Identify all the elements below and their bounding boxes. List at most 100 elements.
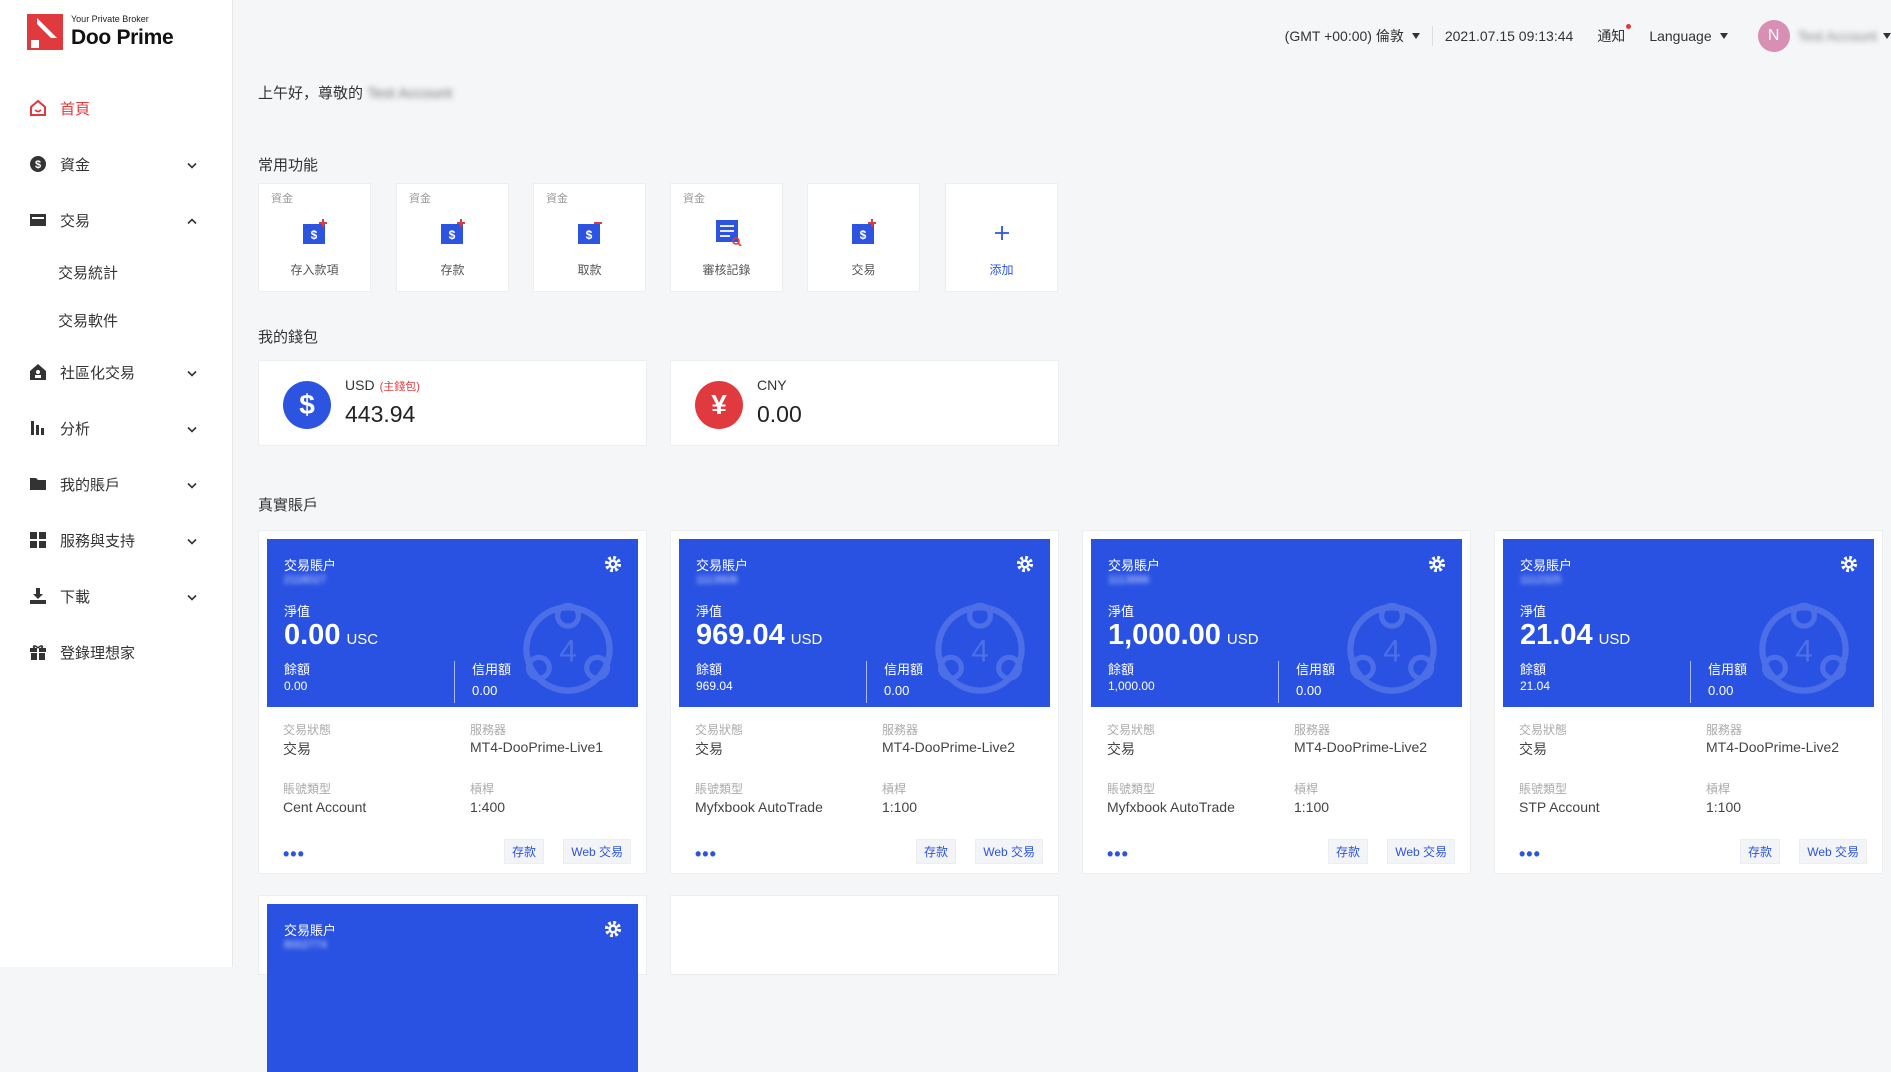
equity-label: 淨值 — [284, 604, 311, 619]
avatar[interactable]: N — [1757, 20, 1790, 52]
equity-label: 淨值 — [696, 604, 723, 619]
social-house-icon — [28, 362, 48, 382]
yuan-icon: ¥ — [695, 381, 743, 429]
language-select[interactable]: Language — [1649, 28, 1728, 44]
type-value: Myfxbook AutoTrade — [695, 799, 823, 815]
section-title-wallet: 我的錢包 — [258, 329, 319, 346]
quick-deposit[interactable]: 資金 $ 存款 — [396, 183, 509, 292]
web-trade-button[interactable]: Web 交易 — [1387, 839, 1455, 864]
main-nav: 首頁 $ 資金 交易 交易統計 交易軟件 社區化交易 分析 我的賬戶 服務與支持… — [0, 80, 233, 680]
type-label: 賬號類型 — [1107, 782, 1156, 796]
credit-value: 0.00 — [1296, 683, 1322, 698]
quick-label: 添加 — [989, 263, 1014, 277]
account-card[interactable]: 交易賬户 2118027 4 淨值 0.00 USC 餘額 0.00 信用額 0.00 交易狀態 交易… — [258, 530, 647, 874]
nav-item-ideas[interactable]: 登錄理想家 — [0, 624, 233, 680]
nav-label-service: 服務與支持 — [60, 532, 136, 550]
more-options-icon[interactable]: ••• — [283, 845, 305, 863]
type-label: 賬號類型 — [695, 782, 744, 796]
deposit-button[interactable]: 存款 — [915, 839, 956, 864]
timezone-select[interactable]: (GMT +00:00) 倫敦 — [1285, 26, 1433, 46]
account-number: 8002774 — [284, 939, 327, 951]
status-label: 交易狀態 — [1107, 723, 1156, 737]
nav-sub-trade-stats[interactable]: 交易統計 — [0, 248, 233, 296]
server-label: 服務器 — [470, 723, 507, 737]
equity-unit: USD — [790, 631, 823, 648]
quick-withdraw[interactable]: 資金 $ 取款 — [533, 183, 646, 292]
web-trade-button[interactable]: Web 交易 — [1799, 839, 1867, 864]
notifications-link[interactable]: 通知 — [1597, 24, 1632, 46]
mt4-watermark-icon: 4 — [1347, 602, 1437, 694]
username[interactable]: Test Account — [1798, 28, 1877, 44]
svg-text:4: 4 — [971, 633, 988, 668]
equity-label: 淨值 — [1520, 604, 1547, 619]
equity-value: 969.04 USD — [696, 619, 822, 652]
nav-item-download[interactable]: 下載 — [0, 568, 233, 624]
quick-label: 存款 — [440, 263, 465, 277]
more-options-icon[interactable]: ••• — [695, 845, 717, 863]
nav-item-service[interactable]: 服務與支持 — [0, 512, 233, 568]
quick-add[interactable]: 添加 — [945, 183, 1058, 292]
account-number: 1112325 — [1520, 574, 1562, 586]
status-label: 交易狀態 — [1519, 723, 1568, 737]
quick-label: 存入款項 — [290, 263, 339, 277]
deposit-button[interactable]: 存款 — [1327, 839, 1368, 864]
nav-item-social[interactable]: 社區化交易 — [0, 344, 233, 400]
account-card[interactable]: 交易賬户 1113886 4 淨值 1,000.00 USD 餘額 1,000.00 信用額 0.… — [1082, 530, 1471, 874]
greeting-name: Test Account — [367, 85, 453, 102]
doo-prime-logo-icon — [27, 14, 63, 50]
gear-icon[interactable] — [604, 920, 622, 938]
deposit-button[interactable]: 存款 — [503, 839, 544, 864]
svg-text:4: 4 — [1383, 633, 1400, 668]
equity-unit: USD — [1598, 631, 1631, 648]
leverage-value: 1:100 — [882, 799, 918, 815]
current-datetime: 2021.07.15 09:13:44 — [1444, 28, 1574, 44]
nav-item-trade[interactable]: 交易 — [0, 192, 233, 248]
web-trade-button[interactable]: Web 交易 — [563, 839, 631, 864]
mt4-watermark-icon: 4 — [1759, 602, 1849, 694]
chevron-up-icon — [187, 212, 197, 229]
nav-item-funds[interactable]: $ 資金 — [0, 136, 233, 192]
gear-icon[interactable] — [1428, 555, 1446, 573]
account-card[interactable]: 交易賬户 1113908 4 淨值 969.04 USD 餘額 969.04 信用額 0.00 交易… — [670, 530, 1059, 874]
logo[interactable]: Your Private Broker Doo Prime — [27, 14, 174, 50]
leverage-value: 1:100 — [1706, 799, 1742, 815]
nav-sub-trade-software[interactable]: 交易軟件 — [0, 296, 233, 344]
nav-item-my-accounts[interactable]: 我的賬戶 — [0, 456, 233, 512]
credit-label: 信用額 — [472, 662, 512, 677]
account-card[interactable]: 交易賬户 1112325 4 淨值 21.04 USD 餘額 21.04 信用額 0.00 交易狀態… — [1494, 530, 1883, 874]
bar-chart-icon — [28, 418, 48, 438]
server-value: MT4-DooPrime-Live2 — [882, 739, 1016, 755]
quick-category: 資金 — [546, 193, 568, 205]
web-trade-button[interactable]: Web 交易 — [975, 839, 1043, 864]
nav-item-analysis[interactable]: 分析 — [0, 400, 233, 456]
deposit-icon: $ — [440, 219, 465, 244]
leverage-value: 1:400 — [470, 799, 506, 815]
balance-value: 0.00 — [284, 679, 308, 693]
caret-down-icon[interactable] — [1883, 33, 1891, 39]
main-wallet-badge: (主錢包) — [379, 381, 420, 393]
deposit-button[interactable]: 存款 — [1739, 839, 1780, 864]
server-value: MT4-DooPrime-Live2 — [1706, 739, 1840, 755]
quick-category: 資金 — [683, 193, 705, 205]
svg-text:4: 4 — [1795, 633, 1812, 668]
quick-label: 取款 — [577, 263, 602, 277]
wallet-currency-row: USD (主錢包) — [345, 377, 420, 394]
status-value: 交易 — [1519, 741, 1547, 757]
gear-icon[interactable] — [604, 555, 622, 573]
more-options-icon[interactable]: ••• — [1519, 845, 1541, 863]
nav-item-home[interactable]: 首頁 — [0, 80, 233, 136]
wallet-cny[interactable]: ¥ CNY 0.00 — [670, 360, 1059, 446]
gear-icon[interactable] — [1840, 555, 1858, 573]
quick-trade[interactable]: $ 交易 — [807, 183, 920, 292]
quick-review-records[interactable]: 資金 審核記錄 — [670, 183, 783, 292]
account-card[interactable]: 交易賬户 8002774 — [258, 895, 647, 1072]
quick-deposit-funds[interactable]: 資金 $ 存入款項 — [258, 183, 371, 292]
gear-icon[interactable] — [1016, 555, 1034, 573]
account-card-header: 交易賬户 8002774 — [267, 904, 638, 1072]
wallet-usd[interactable]: $ USD (主錢包) 443.94 — [258, 360, 647, 446]
chevron-down-icon — [187, 420, 197, 437]
download-icon — [28, 586, 48, 606]
more-options-icon[interactable]: ••• — [1107, 845, 1129, 863]
divider — [1278, 661, 1279, 703]
chevron-down-icon — [187, 532, 197, 549]
